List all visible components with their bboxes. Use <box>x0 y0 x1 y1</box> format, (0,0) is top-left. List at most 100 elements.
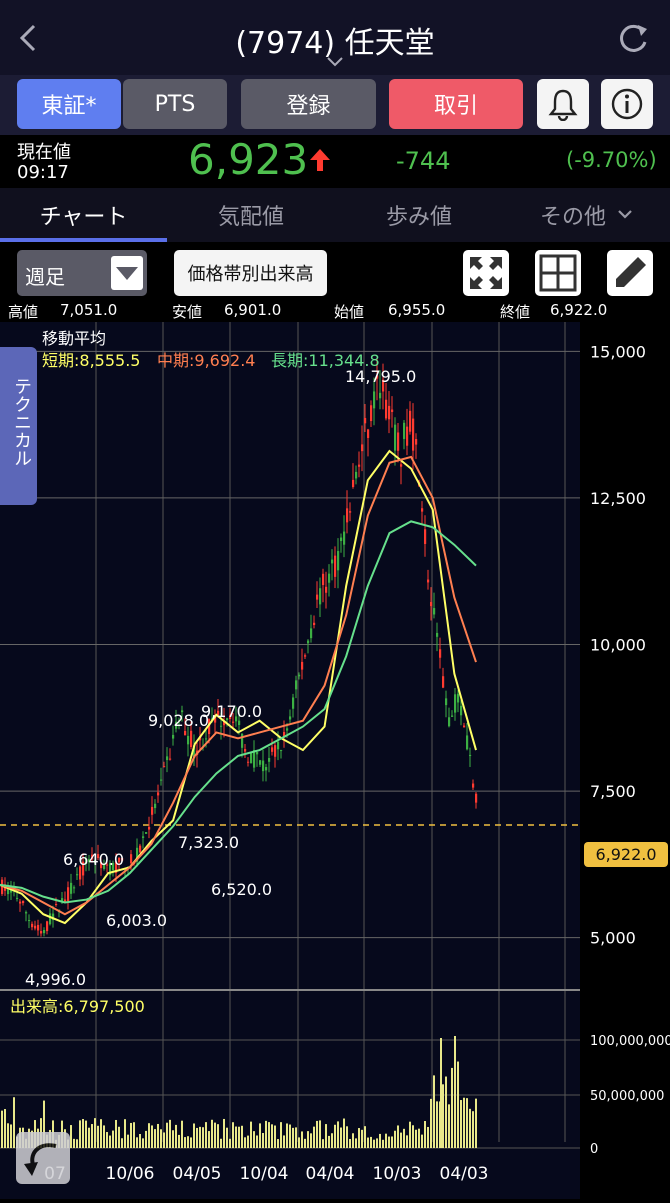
volume-bar <box>253 1131 255 1148</box>
info-button[interactable] <box>601 79 653 129</box>
volume-bar <box>151 1125 153 1148</box>
technical-side-tab[interactable]: テクニカル <box>0 347 37 505</box>
volume-bar <box>298 1137 300 1148</box>
dropdown-button[interactable] <box>111 256 143 290</box>
undo-button[interactable] <box>16 1132 70 1184</box>
volume-bar <box>187 1136 189 1148</box>
volume-bar <box>226 1127 228 1148</box>
candle-body <box>190 730 193 748</box>
volume-bar <box>130 1122 132 1148</box>
volume-bar <box>94 1118 96 1148</box>
volume-bar <box>421 1134 423 1148</box>
volume-bar <box>259 1123 261 1148</box>
date-tick-label: 04/05 <box>173 1164 222 1184</box>
volume-bar <box>403 1128 405 1148</box>
volume-bar <box>391 1136 393 1148</box>
volume-bar <box>295 1127 297 1148</box>
price-tick-label: 15,000 <box>590 342 646 361</box>
price-label: 現在値 <box>17 142 71 163</box>
layout-button[interactable] <box>535 250 581 296</box>
volume-bar <box>127 1134 129 1148</box>
candle-body <box>349 511 352 513</box>
volume-bar <box>440 1038 442 1148</box>
volume-bar <box>289 1124 291 1148</box>
candle-body <box>166 756 169 761</box>
candle-body <box>40 930 43 934</box>
candle-body <box>352 479 355 488</box>
fullscreen-button[interactable] <box>463 250 509 296</box>
volume-label: 出来高:6,797,500 <box>10 997 145 1016</box>
tab-quotes[interactable]: 気配値 <box>167 188 335 242</box>
candle-body <box>346 508 349 523</box>
ma-mid: 中期:9,692.4 <box>157 351 256 370</box>
alert-button[interactable] <box>537 79 589 129</box>
volume-bar <box>361 1129 363 1148</box>
trade-button[interactable]: 取引 <box>389 79 523 129</box>
price-volume-button[interactable]: 価格帯別出来高 <box>174 250 327 296</box>
period-select[interactable]: 週足 <box>17 250 147 296</box>
candle-body <box>64 899 67 902</box>
volume-bar <box>73 1138 75 1148</box>
candle-body <box>67 887 70 902</box>
candle-body <box>76 874 79 876</box>
candle-body <box>271 747 274 752</box>
candle-body <box>445 698 448 706</box>
candlestick-chart[interactable]: 15,000 12,500 10,000 7,500 5,000 100,000,000 5… <box>0 322 670 1199</box>
candle-body <box>70 882 73 894</box>
tab-chart[interactable]: チャート <box>0 188 167 242</box>
chart-area[interactable]: 15,000 12,500 10,000 7,500 5,000 100,000,000 5… <box>0 322 670 1199</box>
chevron-down-icon[interactable] <box>616 208 634 222</box>
candle-body <box>262 760 265 772</box>
volume-bar <box>358 1128 360 1148</box>
candle-body <box>319 588 322 605</box>
volume-bar <box>475 1098 477 1148</box>
candle-body <box>73 887 76 889</box>
reload-icon[interactable] <box>614 20 652 58</box>
candle-body <box>424 529 427 544</box>
volume-bar <box>283 1135 285 1148</box>
candle-body <box>46 921 49 932</box>
pts-button[interactable]: PTS <box>123 79 227 129</box>
candle-body <box>463 725 466 728</box>
tab-ticks[interactable]: 歩み値 <box>335 188 503 242</box>
high-label: 高値 <box>8 303 39 321</box>
candle-body <box>160 779 163 781</box>
volume-bar <box>157 1123 159 1148</box>
action-button-row: 東証* PTS 登録 取引 <box>0 75 670 135</box>
volume-bar <box>271 1124 273 1148</box>
candle-body <box>277 741 280 750</box>
tse-button[interactable]: 東証* <box>17 79 121 129</box>
candle-body <box>16 897 19 899</box>
price-change-pct: (-9.70%) <box>566 148 657 172</box>
volume-bar <box>199 1126 201 1148</box>
volume-bar <box>169 1119 171 1148</box>
volume-bar <box>385 1133 387 1148</box>
volume-bar <box>394 1130 396 1148</box>
candle-body <box>220 725 223 727</box>
register-button[interactable]: 登録 <box>241 79 376 129</box>
draw-button[interactable] <box>607 250 653 296</box>
close-label: 終値 <box>500 303 531 321</box>
nav-bar: (7974) 任天堂 <box>0 0 670 75</box>
candle-body <box>247 761 250 763</box>
candle-body <box>316 594 319 600</box>
chevron-down-icon[interactable] <box>326 56 344 68</box>
volume-bar <box>346 1126 348 1148</box>
volume-bar <box>382 1139 384 1148</box>
volume-bar <box>238 1126 240 1148</box>
volume-bar <box>166 1122 168 1148</box>
candle-body <box>361 444 364 452</box>
candle-body <box>184 730 187 736</box>
ohlc-row: 高値 7,051.0 安値 6,901.0 始値 6,955.0 終値 6,92… <box>0 300 670 322</box>
volume-bar <box>457 1061 459 1148</box>
volume-bar <box>463 1097 465 1148</box>
volume-bar <box>136 1137 138 1148</box>
candle-body <box>22 900 25 904</box>
volume-tick-label: 100,000,000 <box>590 1034 670 1049</box>
volume-bar <box>115 1119 117 1148</box>
volume-bar <box>268 1122 270 1148</box>
price-annotation: 6,520.0 <box>211 880 272 899</box>
candle-body <box>145 832 148 834</box>
volume-bar <box>427 1126 429 1148</box>
volume-bar <box>313 1126 315 1148</box>
